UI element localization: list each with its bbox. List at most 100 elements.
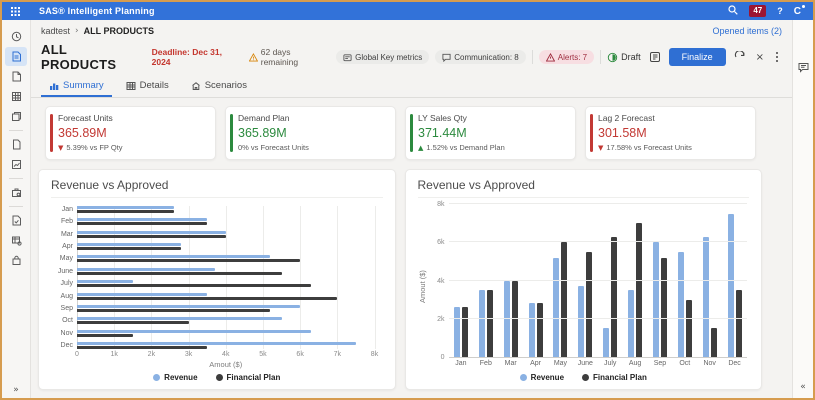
revenue-bar[interactable]	[653, 242, 659, 357]
y-gridline	[449, 203, 748, 204]
financial-plan-bar[interactable]	[77, 334, 133, 337]
app-switcher-icon[interactable]	[11, 7, 20, 16]
revenue-bar[interactable]	[603, 328, 609, 357]
revenue-bar[interactable]	[77, 206, 174, 209]
revenue-bar[interactable]	[77, 255, 270, 258]
sidebar-item-copies[interactable]	[5, 107, 27, 126]
revenue-bar[interactable]	[529, 303, 535, 357]
sidebar-expand-button[interactable]: »	[2, 385, 30, 395]
financial-plan-bar[interactable]	[686, 300, 692, 357]
legend-item-financial-plan[interactable]: Financial Plan	[582, 373, 647, 382]
chart-title: Revenue vs Approved	[51, 178, 383, 198]
financial-plan-bar[interactable]	[512, 281, 518, 358]
workbench-panel-button[interactable]	[647, 49, 663, 65]
sidebar-item-bag-lock[interactable]	[5, 251, 27, 270]
kpi-card-ly-sales-qty[interactable]: LY Sales Qty 371.44M ▲ 1.52% vs Demand P…	[405, 106, 576, 160]
opened-items-link[interactable]: Opened items (2)	[712, 26, 782, 36]
sidebar-item-charts[interactable]	[5, 155, 27, 174]
legend-item-revenue[interactable]: Revenue	[153, 373, 197, 382]
revenue-bar[interactable]	[454, 307, 460, 357]
revenue-bar[interactable]	[77, 280, 133, 283]
x-tick-label: 0	[75, 351, 79, 358]
sidebar-item-table[interactable]	[5, 87, 27, 106]
kpi-card-lag-2-forecast[interactable]: Lag 2 Forecast 301.58M ▼ 17.58% vs Forec…	[585, 106, 756, 160]
breadcrumb-current: ALL PRODUCTS	[84, 26, 154, 36]
search-icon[interactable]	[728, 2, 738, 20]
collapse-panel-button[interactable]: «	[793, 382, 813, 392]
financial-plan-bar[interactable]	[77, 272, 282, 275]
financial-plan-bar[interactable]	[611, 237, 617, 357]
bar-group	[648, 204, 673, 357]
financial-plan-bar[interactable]	[77, 210, 174, 213]
revenue-bar[interactable]	[77, 293, 207, 296]
comments-icon[interactable]	[798, 60, 809, 78]
financial-plan-bar[interactable]	[711, 328, 717, 357]
revenue-bar[interactable]	[678, 252, 684, 357]
financial-plan-bar[interactable]	[77, 309, 270, 312]
revenue-bar[interactable]	[77, 231, 226, 234]
financial-plan-bar[interactable]	[736, 290, 742, 357]
charts-section: Revenue vs Approved JanFebMarAprMayJuneJ…	[38, 169, 762, 390]
revenue-bar[interactable]	[479, 290, 485, 357]
notification-badge[interactable]: 47	[749, 5, 766, 17]
financial-plan-bar[interactable]	[462, 307, 468, 357]
financial-plan-bar[interactable]	[77, 284, 311, 287]
sidebar-item-documents[interactable]	[5, 67, 27, 86]
tab-details[interactable]: Details	[118, 76, 177, 97]
revenue-bar[interactable]	[77, 317, 282, 320]
sidebar-item-page[interactable]	[5, 135, 27, 154]
revenue-bar[interactable]	[504, 281, 510, 358]
financial-plan-bar[interactable]	[537, 303, 543, 357]
close-button[interactable]: ×	[754, 50, 766, 65]
sidebar-item-page-check[interactable]	[5, 211, 27, 230]
financial-plan-bar[interactable]	[586, 252, 592, 357]
financial-plan-bar[interactable]	[77, 235, 226, 238]
financial-plan-bar[interactable]	[77, 297, 337, 300]
sidebar-item-table-settings[interactable]	[5, 231, 27, 250]
revenue-bar[interactable]	[553, 258, 559, 357]
financial-plan-bar[interactable]	[661, 258, 667, 357]
legend-item-financial-plan[interactable]: Financial Plan	[216, 373, 281, 382]
revenue-bar[interactable]	[628, 290, 634, 357]
financial-plan-bar[interactable]	[77, 321, 189, 324]
revenue-bar[interactable]	[77, 305, 300, 308]
financial-plan-bar[interactable]	[487, 290, 493, 357]
user-avatar[interactable]: C	[794, 6, 804, 17]
kpi-card-forecast-units[interactable]: Forecast Units 365.89M ▼ 5.39% vs FP Qty	[45, 106, 216, 160]
kpi-card-demand-plan[interactable]: Demand Plan 365.89M 0% vs Forecast Units	[225, 106, 396, 160]
tab-summary[interactable]: Summary	[41, 76, 112, 97]
refresh-button[interactable]	[732, 49, 748, 65]
tab-scenarios[interactable]: Scenarios	[183, 76, 255, 97]
recent-items-icon[interactable]	[5, 27, 27, 46]
category-label: Nov	[697, 360, 722, 367]
right-rail: «	[792, 20, 813, 398]
legend-item-revenue[interactable]: Revenue	[520, 373, 564, 382]
communication-pill[interactable]: Communication: 8	[435, 50, 525, 64]
financial-plan-bar[interactable]	[77, 247, 181, 250]
financial-plan-bar[interactable]	[77, 346, 207, 349]
revenue-bar[interactable]	[77, 330, 311, 333]
financial-plan-bar[interactable]	[77, 222, 207, 225]
sidebar-item-plans[interactable]	[5, 47, 27, 66]
global-key-metrics-pill[interactable]: Global Key metrics	[336, 50, 429, 64]
communication-icon	[442, 53, 451, 62]
financial-plan-bar[interactable]	[636, 223, 642, 357]
revenue-bar[interactable]	[703, 237, 709, 357]
revenue-bar[interactable]	[77, 268, 215, 271]
revenue-bar[interactable]	[77, 342, 356, 345]
alerts-pill[interactable]: Alerts: 7	[539, 50, 594, 64]
help-icon[interactable]: ?	[777, 6, 783, 16]
revenue-bar[interactable]	[77, 243, 181, 246]
financial-plan-bar[interactable]	[77, 259, 300, 262]
h-row: June	[51, 268, 383, 275]
more-options-menu[interactable]	[772, 50, 782, 64]
draft-status-icon	[607, 52, 618, 63]
sidebar-item-briefcase-search[interactable]	[5, 183, 27, 202]
revenue-bar[interactable]	[728, 214, 734, 357]
financial-plan-bar[interactable]	[561, 242, 567, 357]
breadcrumb-parent[interactable]: kadtest	[41, 26, 70, 36]
revenue-bar[interactable]	[578, 286, 584, 357]
finalize-button[interactable]: Finalize	[669, 48, 726, 66]
revenue-bar[interactable]	[77, 218, 207, 221]
summary-tab-icon	[49, 81, 59, 91]
